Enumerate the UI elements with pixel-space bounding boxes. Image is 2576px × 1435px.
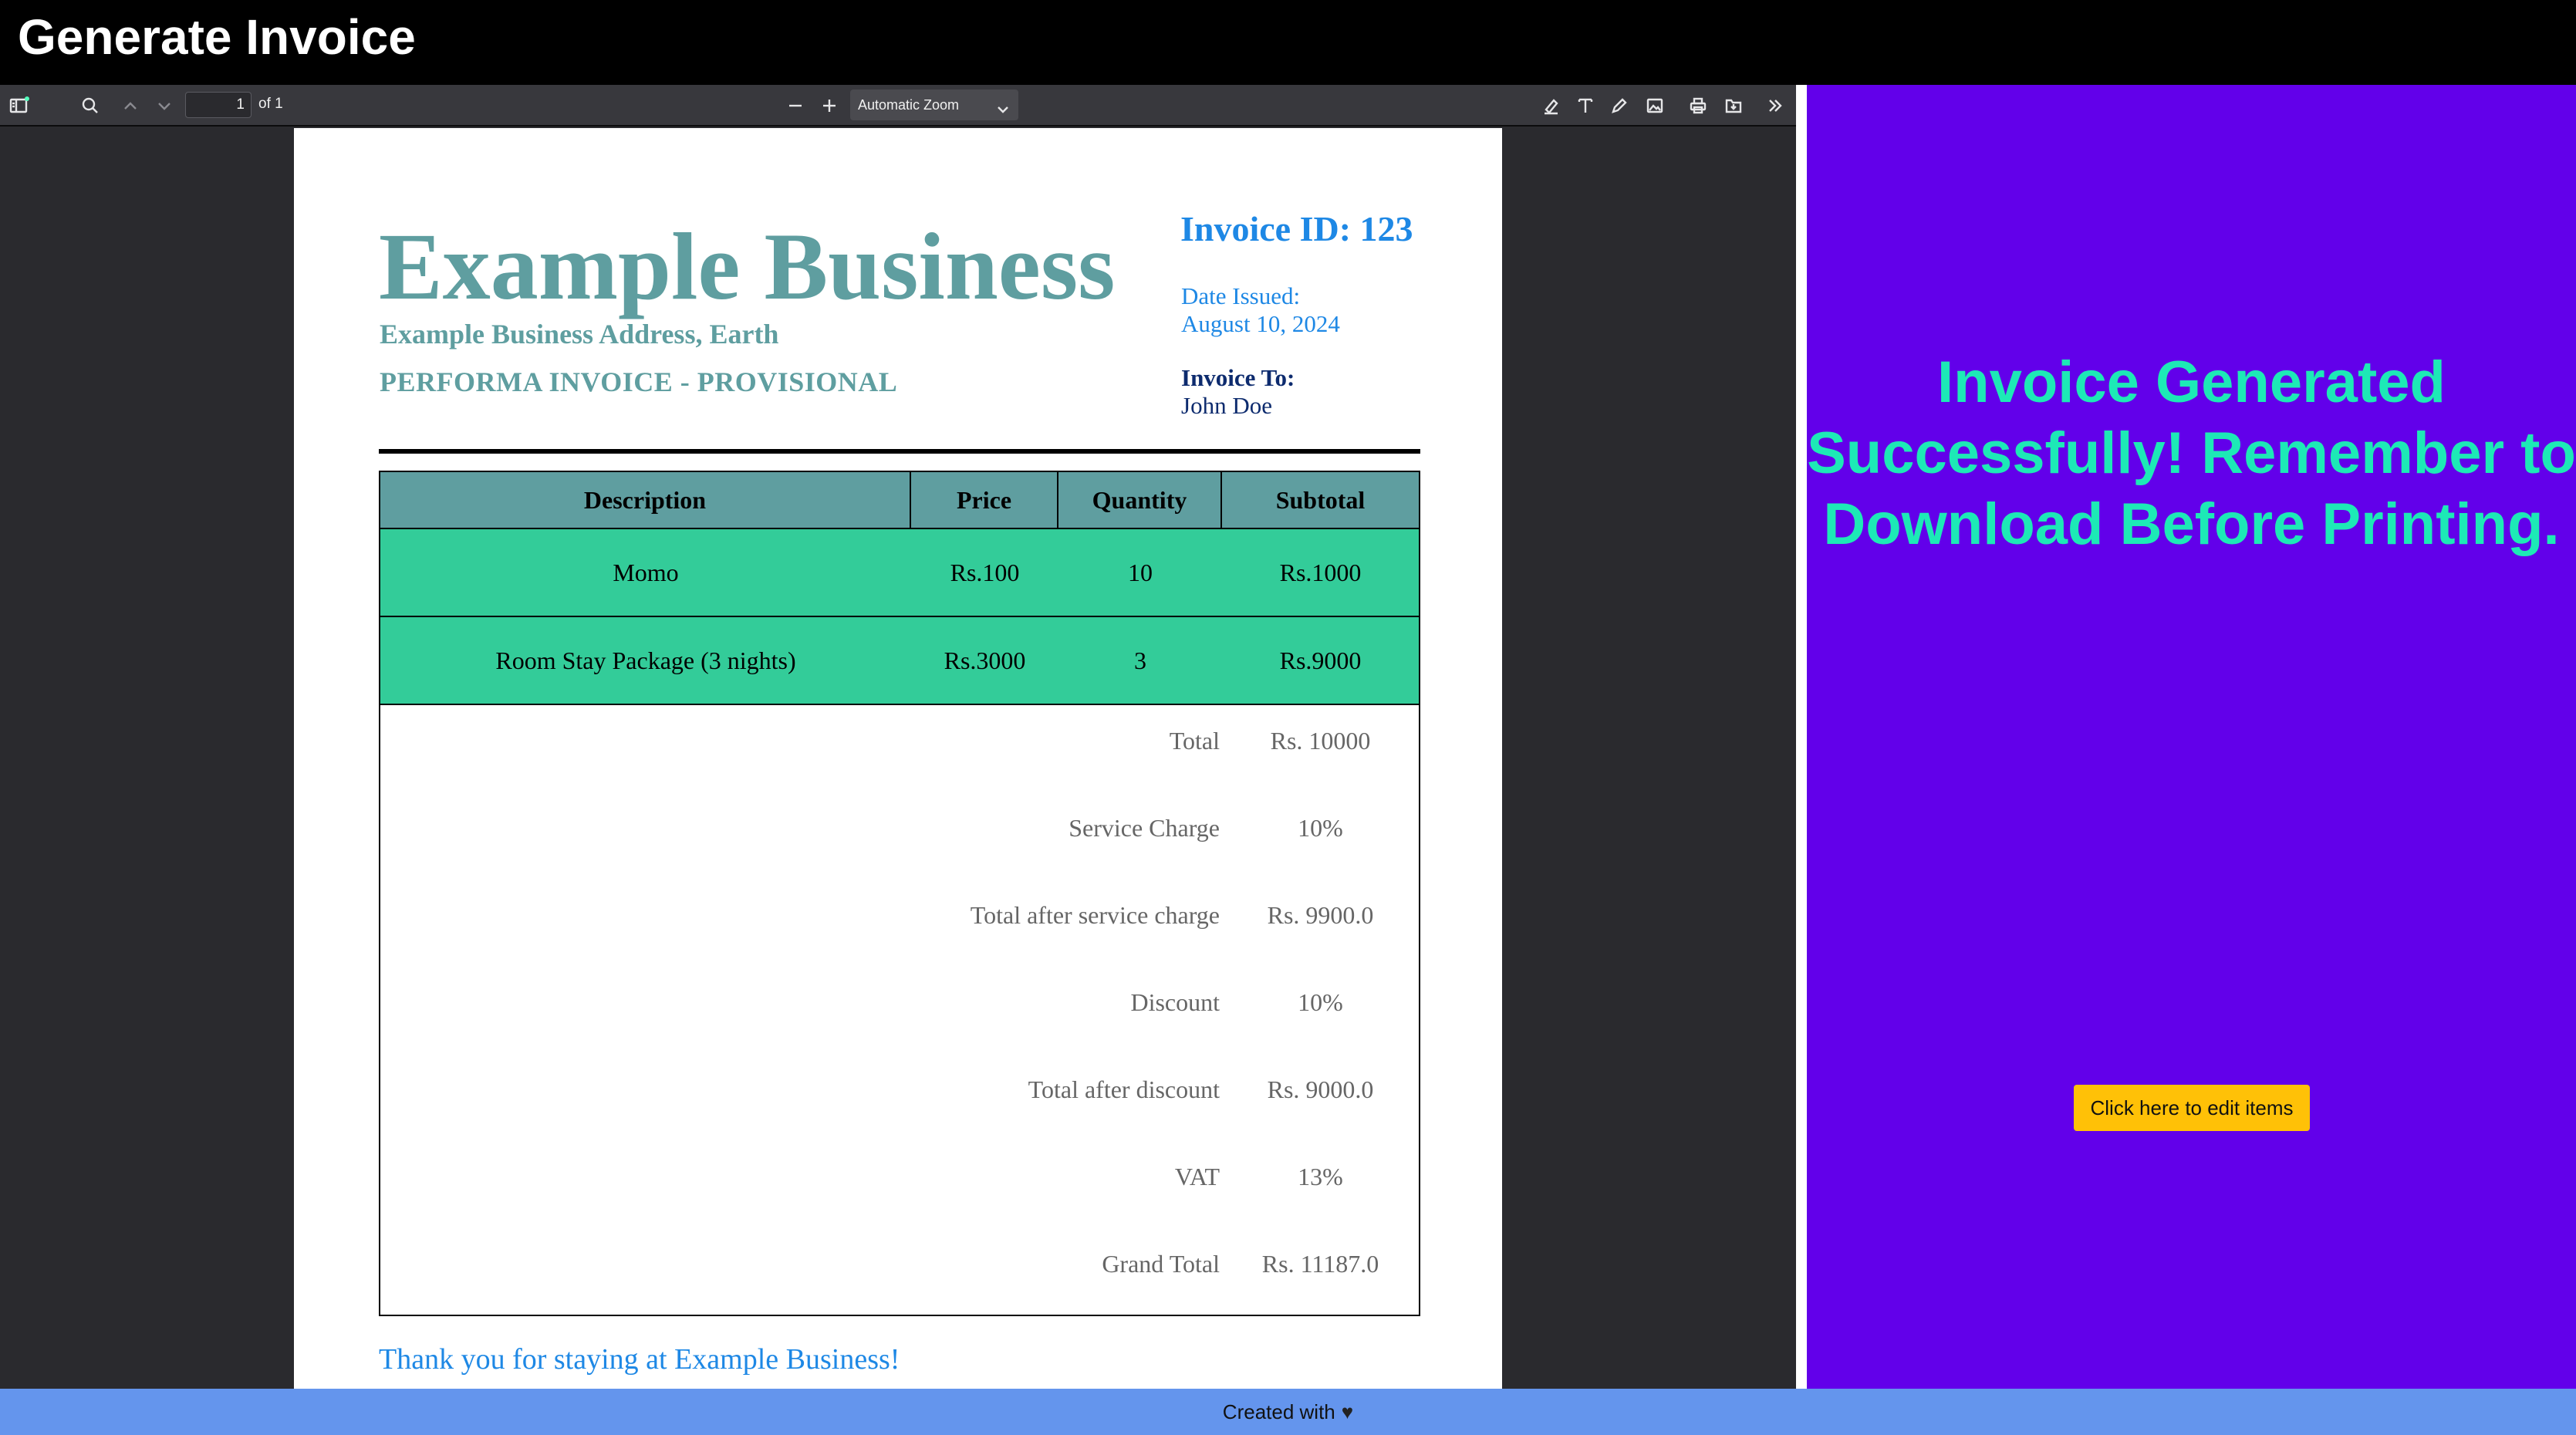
item-description: Momo [613, 559, 679, 586]
summary-value: Rs. 10000 [1270, 727, 1371, 755]
double-chevron-right-icon[interactable] [1764, 94, 1787, 117]
summary-value: Rs. 9000.0 [1267, 1075, 1374, 1103]
footer-text: Created with [1222, 1400, 1335, 1423]
business-address: Example Business Address, Earth [380, 319, 779, 349]
thank-you-note: Thank you for staying at Example Busines… [379, 1343, 900, 1376]
sidebar-toggle-icon[interactable] [8, 94, 31, 117]
summary-value: Rs. 9900.0 [1267, 901, 1374, 929]
text-icon[interactable] [1574, 94, 1597, 117]
item-subtotal: Rs.9000 [1279, 647, 1362, 674]
item-quantity: 10 [1128, 559, 1153, 586]
table-header-row: Description Price Quantity Subtotal [380, 472, 1419, 529]
pdf-page: Example Business Example Business Addres… [294, 128, 1502, 1389]
image-icon[interactable] [1643, 94, 1666, 117]
column-header: Quantity [1058, 472, 1222, 528]
zoom-in-icon[interactable] [818, 94, 841, 117]
summary-value: Rs. 11187.0 [1261, 1250, 1379, 1278]
date-issued-value: August 10, 2024 [1181, 310, 1340, 337]
invoice-type: PERFORMA INVOICE - PROVISIONAL [380, 366, 898, 397]
search-icon[interactable] [79, 94, 102, 117]
invoice-id: Invoice ID: 123 [1180, 209, 1413, 248]
date-issued-label: Date Issued: [1181, 282, 1301, 309]
column-header: Description [380, 472, 911, 528]
panel-divider [1796, 85, 1807, 1389]
heart-icon: ♥ [1341, 1400, 1354, 1423]
save-icon[interactable] [1722, 94, 1745, 117]
table-row: Momo Rs.100 10 Rs.1000 [380, 529, 1419, 617]
summary-label: VAT [1174, 1163, 1220, 1190]
highlight-icon[interactable] [1540, 94, 1563, 117]
summary-label: Grand Total [1102, 1250, 1220, 1278]
item-quantity: 3 [1134, 647, 1146, 674]
column-header: Price [911, 472, 1058, 528]
page-count: of 1 [258, 96, 283, 112]
summary-label: Discount [1130, 988, 1220, 1016]
header-divider [379, 449, 1420, 454]
invoice-table: Description Price Quantity Subtotal Momo… [379, 471, 1420, 1316]
summary-value: 13% [1298, 1163, 1343, 1190]
summary-label: Total [1169, 727, 1220, 755]
pdf-viewer: 1 of 1 Automatic Zoom Example Business E… [0, 85, 1796, 1389]
print-icon[interactable] [1686, 94, 1710, 117]
invoice-to-label: Invoice To: [1181, 364, 1295, 391]
summary-label: Total after service charge [970, 901, 1220, 929]
app-header: Generate Invoice [0, 0, 2576, 85]
success-message: Invoice Generated Successfully! Remember… [1807, 349, 2576, 557]
chevron-down-icon[interactable] [153, 94, 176, 117]
chevron-down-icon [995, 97, 1011, 128]
summary-label: Service Charge [1069, 814, 1220, 842]
summary-value: 10% [1298, 814, 1343, 842]
item-price: Rs.100 [950, 559, 1020, 586]
summary-value: 10% [1298, 988, 1343, 1016]
page-number-input[interactable]: 1 [185, 92, 252, 118]
app-title: Generate Invoice [18, 9, 416, 65]
zoom-out-icon[interactable] [784, 94, 807, 117]
footer: Created with ♥ [0, 1389, 2576, 1435]
edit-items-button[interactable]: Click here to edit items [2074, 1085, 2310, 1131]
status-panel: Invoice Generated Successfully! Remember… [1807, 85, 2576, 1389]
pdf-toolbar: 1 of 1 Automatic Zoom [0, 85, 1796, 127]
chevron-up-icon[interactable] [119, 94, 142, 117]
invoice-to-value: John Doe [1181, 392, 1272, 419]
item-subtotal: Rs.1000 [1279, 559, 1362, 586]
item-description: Room Stay Package (3 nights) [495, 647, 796, 674]
zoom-select-value: Automatic Zoom [858, 97, 960, 113]
summary-label: Total after discount [1028, 1075, 1220, 1103]
business-name: Example Business [379, 214, 1116, 319]
zoom-select[interactable]: Automatic Zoom [850, 89, 1018, 120]
column-header: Subtotal [1275, 486, 1366, 514]
draw-icon[interactable] [1608, 94, 1631, 117]
item-price: Rs.3000 [944, 647, 1026, 674]
table-row: Room Stay Package (3 nights) Rs.3000 3 R… [380, 617, 1419, 705]
